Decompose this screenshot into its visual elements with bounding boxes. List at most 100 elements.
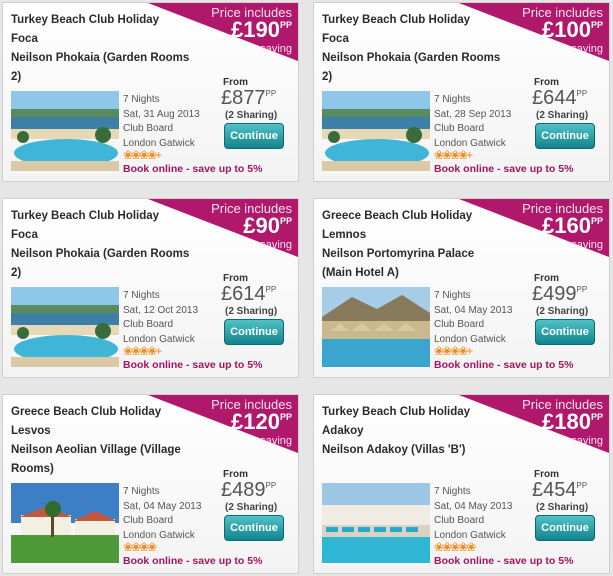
price: £644PP	[532, 87, 588, 109]
saving-pp-suffix: PP	[279, 216, 292, 226]
book-online-link[interactable]: Book online - save up to 5%	[123, 163, 262, 175]
saving-amount: £120PP	[231, 409, 292, 434]
hotel-name[interactable]: Neilson Adakoy (Villas 'B')	[322, 441, 507, 460]
holiday-location: Foca	[11, 33, 38, 45]
holiday-header: Turkey Beach Club Holiday Foca Neilson Pho…	[11, 11, 196, 87]
hotel-name[interactable]: Neilson Portomyrina Palace (Main Hotel A…	[322, 245, 507, 283]
sharing-label: (2 Sharing)	[536, 502, 589, 513]
nights: 7 Nights	[434, 94, 471, 105]
trip-details: 7 Nights Sat, 12 Oct 2013 Club Board London…	[123, 289, 198, 347]
continue-button[interactable]: Continue	[535, 515, 595, 541]
continue-button[interactable]: Continue	[224, 319, 284, 345]
hotel-photo[interactable]	[11, 483, 119, 563]
nights: 7 Nights	[123, 94, 160, 105]
holiday-type[interactable]: Greece Beach Club Holiday	[322, 207, 507, 226]
book-online-link[interactable]: Book online - save up to 5%	[434, 359, 573, 371]
saving-label: saving	[260, 435, 292, 447]
sharing-label: (2 Sharing)	[536, 306, 589, 317]
holiday-card[interactable]: Price includes £120PP saving Greece Beach C…	[2, 394, 299, 574]
holiday-card[interactable]: Price includes £100PP saving Turkey Beach C…	[313, 2, 610, 182]
saving-amount: £90PP	[243, 213, 292, 238]
saving-pp-suffix: PP	[279, 412, 292, 422]
holiday-card[interactable]: Price includes £90PP saving Turkey Beach Cl…	[2, 198, 299, 378]
sharing-label: (2 Sharing)	[536, 110, 589, 121]
rating-icon: ❀❀❀❀+	[123, 344, 162, 358]
board-basis: Club Board	[123, 123, 174, 134]
nights: 7 Nights	[434, 486, 471, 497]
holiday-location: Foca	[322, 33, 349, 45]
holiday-location: Adakoy	[322, 425, 364, 437]
book-online-link[interactable]: Book online - save up to 5%	[434, 163, 573, 175]
holiday-card[interactable]: Price includes £160PP saving Greece Beach C…	[313, 198, 610, 378]
price-pp-suffix: PP	[265, 285, 277, 294]
continue-button[interactable]: Continue	[224, 123, 284, 149]
saving-pp-suffix: PP	[590, 20, 603, 30]
departure-date: Sat, 04 May 2013	[434, 500, 513, 512]
holiday-type[interactable]: Greece Beach Club Holiday	[11, 403, 196, 422]
saving-amount: £190PP	[231, 17, 292, 42]
nights: 7 Nights	[434, 290, 471, 301]
holiday-header: Turkey Beach Club Holiday Foca Neilson Pho…	[322, 11, 507, 87]
sharing-label: (2 Sharing)	[225, 110, 278, 121]
hotel-name[interactable]: Neilson Aeolian Village (Village Rooms)	[11, 441, 196, 479]
sharing-label: (2 Sharing)	[225, 502, 278, 513]
holiday-type[interactable]: Turkey Beach Club Holiday	[11, 207, 196, 226]
hotel-name[interactable]: Neilson Phokaia (Garden Rooms 2)	[11, 49, 196, 87]
saving-label: saving	[260, 43, 292, 55]
saving-amount: £100PP	[542, 17, 603, 42]
rating-icon: ❀❀❀❀+	[434, 148, 473, 162]
book-online-link[interactable]: Book online - save up to 5%	[434, 555, 573, 567]
book-online-link[interactable]: Book online - save up to 5%	[123, 555, 262, 567]
price: £454PP	[532, 479, 588, 501]
saving-amount: £180PP	[542, 409, 603, 434]
rating-icon: ❀❀❀❀+	[434, 344, 473, 358]
trip-details: 7 Nights Sat, 31 Aug 2013 Club Board London…	[123, 93, 200, 151]
hotel-name[interactable]: Neilson Phokaia (Garden Rooms 2)	[11, 245, 196, 283]
continue-button[interactable]: Continue	[535, 319, 595, 345]
holiday-card[interactable]: Price includes £190PP saving Turkey Beach C…	[2, 2, 299, 182]
price-pp-suffix: PP	[265, 89, 277, 98]
saving-pp-suffix: PP	[590, 216, 603, 226]
price: £489PP	[221, 479, 277, 501]
hotel-photo[interactable]	[11, 91, 119, 171]
continue-button[interactable]: Continue	[224, 515, 284, 541]
holiday-header: Greece Beach Club Holiday Lesvos Neilson A…	[11, 403, 196, 479]
saving-label: saving	[571, 239, 603, 251]
price: £614PP	[221, 283, 277, 305]
rating-icon: ❀❀❀❀❀	[434, 540, 476, 554]
departure-date: Sat, 28 Sep 2013	[434, 108, 512, 120]
trip-details: 7 Nights Sat, 28 Sep 2013 Club Board London…	[434, 93, 511, 151]
holiday-type[interactable]: Turkey Beach Club Holiday	[322, 403, 507, 422]
board-basis: Club Board	[434, 123, 485, 134]
holiday-header: Greece Beach Club Holiday Lemnos Neilson P…	[322, 207, 507, 283]
holiday-header: Turkey Beach Club Holiday Adakoy Neilson A…	[322, 403, 507, 460]
board-basis: Club Board	[123, 515, 174, 526]
saving-pp-suffix: PP	[279, 20, 292, 30]
rating-icon: ❀❀❀❀+	[123, 148, 162, 162]
hotel-photo[interactable]	[11, 287, 119, 367]
hotel-photo[interactable]	[322, 287, 430, 367]
holiday-location: Lesvos	[11, 425, 51, 437]
board-basis: Club Board	[434, 319, 485, 330]
trip-details: 7 Nights Sat, 04 May 2013 Club Board London…	[434, 289, 512, 347]
price-pp-suffix: PP	[576, 285, 588, 294]
trip-details: 7 Nights Sat, 04 May 2013 Club Board London…	[123, 485, 201, 543]
continue-button[interactable]: Continue	[535, 123, 595, 149]
price: £877PP	[221, 87, 277, 109]
trip-details: 7 Nights Sat, 04 May 2013 Club Board London…	[434, 485, 512, 543]
saving-label: saving	[571, 43, 603, 55]
hotel-name[interactable]: Neilson Phokaia (Garden Rooms 2)	[322, 49, 507, 87]
holiday-card[interactable]: Price includes £180PP saving Turkey Beach C…	[313, 394, 610, 574]
hotel-photo[interactable]	[322, 483, 430, 563]
hotel-photo[interactable]	[322, 91, 430, 171]
board-basis: Club Board	[123, 319, 174, 330]
sharing-label: (2 Sharing)	[225, 306, 278, 317]
rating-icon: ❀❀❀❀	[123, 540, 157, 554]
holiday-type[interactable]: Turkey Beach Club Holiday	[322, 11, 507, 30]
saving-pp-suffix: PP	[590, 412, 603, 422]
saving-label: saving	[260, 239, 292, 251]
departure-date: Sat, 12 Oct 2013	[123, 304, 199, 316]
holiday-type[interactable]: Turkey Beach Club Holiday	[11, 11, 196, 30]
book-online-link[interactable]: Book online - save up to 5%	[123, 359, 262, 371]
departure-date: Sat, 31 Aug 2013	[123, 108, 200, 120]
